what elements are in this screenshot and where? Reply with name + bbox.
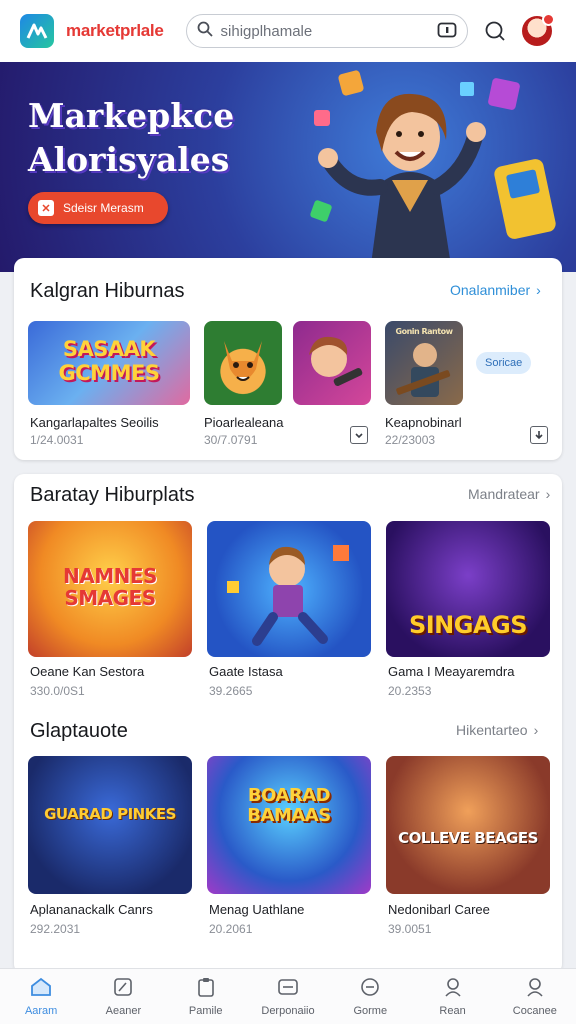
section-card-featured: Kalgran Hiburnas Onalanmiber › SASAAK GCM… <box>14 258 562 460</box>
game-name[interactable]: Aplananackalk Canrs <box>30 902 153 917</box>
nav-item-profile[interactable]: Cocanee <box>494 969 576 1024</box>
game-meta: 330.0/0S1 <box>30 684 85 698</box>
thumbnail-title: GUARAD PINKES <box>44 805 176 823</box>
game-name[interactable]: Kangarlapaltes Seoilis <box>30 415 159 430</box>
top-app-bar: marketprlale sihigplhamale <box>0 0 576 62</box>
brand-name: marketprlale <box>66 21 164 40</box>
camera-icon[interactable] <box>437 20 457 43</box>
game-thumbnail[interactable]: GUARAD PINKES <box>28 756 192 894</box>
thumbnail-title: COLLEVE BEAGES <box>398 829 538 847</box>
thumbnail-title: NAMNES SMAGES <box>63 564 157 610</box>
game-name[interactable]: Oeane Kan Sestora <box>30 664 144 679</box>
game-meta: 30/7.0791 <box>204 433 258 447</box>
game-meta: 292.2031 <box>30 922 81 936</box>
search-input[interactable]: sihigplhamale <box>221 23 437 40</box>
card-icon <box>277 977 299 1002</box>
see-all-link[interactable]: Onalanmiber › <box>450 282 541 298</box>
game-name[interactable]: Gama I Meayaremdra <box>388 664 514 679</box>
thumbnail-title: SASAAK GCMMES <box>58 337 160 385</box>
game-name[interactable]: Keapnobinarl <box>385 415 462 430</box>
game-name[interactable]: Pioarlealeana <box>204 415 284 430</box>
thumbnail-title: SINGAGS <box>408 611 528 639</box>
game-thumbnail[interactable]: COLLEVE BEAGES <box>386 756 550 894</box>
thumbnail-title: BOARAD BAMAAS <box>247 785 331 826</box>
search-bar[interactable]: sihigplhamale <box>185 14 468 48</box>
see-all-label: Onalanmiber <box>450 282 531 298</box>
bottom-navigation: Aaram Aeaner Pamile Derponaiio Gorme Rea… <box>0 968 576 1024</box>
game-thumbnail[interactable]: NAMNES SMAGES <box>28 521 192 657</box>
nav-label: Aeaner <box>105 1004 142 1017</box>
search-icon <box>197 21 213 42</box>
game-thumbnail[interactable]: SINGAGS <box>386 521 550 657</box>
game-meta: 20.2353 <box>388 684 432 698</box>
thumbnail-title: Gonin Rantow <box>395 327 453 336</box>
game-thumbnail[interactable] <box>204 321 282 405</box>
game-thumbnail[interactable]: BOARAD BAMAAS <box>207 756 371 894</box>
edit-icon <box>113 977 133 1002</box>
notification-dot <box>541 13 555 26</box>
banner-title-line-1: Markepkce <box>28 96 235 135</box>
nav-item-home[interactable]: Aaram <box>0 969 82 1024</box>
nav-item-game[interactable]: Gorme <box>329 969 411 1024</box>
profile-icon <box>525 977 545 1002</box>
banner-title-line-2: Alorisyales <box>28 140 230 179</box>
hero-character-illustration <box>310 70 556 272</box>
nav-item-user[interactable]: Rean <box>411 969 493 1024</box>
game-name[interactable]: Nedonibarl Caree <box>388 902 490 917</box>
hero-banner[interactable]: Markepkce Alorisyales ✕ Sdeisr Merasm <box>0 62 576 272</box>
see-all-label: Hikentarteo <box>456 722 528 738</box>
app-logo[interactable] <box>20 14 54 48</box>
game-icon <box>359 977 381 1002</box>
game-meta: 39.2665 <box>209 684 253 698</box>
see-all-link[interactable]: Mandratear › <box>468 486 550 502</box>
see-all-label: Mandratear <box>468 486 540 502</box>
banner-cta-label: Sdeisr Merasm <box>63 201 144 215</box>
home-icon <box>30 977 52 1002</box>
nav-label: Gorme <box>353 1004 388 1017</box>
game-name[interactable]: Menag Uathlane <box>209 902 304 917</box>
chevron-right-icon: › <box>536 282 541 298</box>
chevron-right-icon: › <box>545 486 551 502</box>
section-title: Glaptauote <box>30 720 128 742</box>
nav-item-clipboard[interactable]: Pamile <box>165 969 247 1024</box>
nav-item-card[interactable]: Derponaiio <box>247 969 329 1024</box>
game-thumbnail[interactable] <box>207 521 371 657</box>
nav-label: Cocanee <box>512 1004 557 1017</box>
game-thumbnail[interactable]: SASAAK GCMMES <box>28 321 190 405</box>
avatar[interactable] <box>521 13 555 46</box>
banner-cta-button[interactable]: ✕ Sdeisr Merasm <box>28 192 168 224</box>
app-badge-icon: ✕ <box>38 200 54 216</box>
nav-label: Pamile <box>188 1004 223 1017</box>
banner-title: Markepkce Alorisyales <box>28 94 234 182</box>
game-thumbnail[interactable]: Gonin Rantow <box>385 321 463 405</box>
download-icon[interactable] <box>350 426 368 444</box>
status-badge: Soricae <box>476 352 532 374</box>
nav-label: Rean <box>439 1004 466 1017</box>
game-meta: 1/24.0031 <box>30 433 84 447</box>
nav-item-edit[interactable]: Aeaner <box>82 969 164 1024</box>
game-meta: 22/23003 <box>385 433 436 447</box>
chevron-right-icon: › <box>533 722 539 738</box>
game-name[interactable]: Gaate Istasa <box>209 664 283 679</box>
section-card-popular: Baratay Hiburplats Mandratear › NAMNES SM… <box>14 474 562 974</box>
nav-label: Derponaiio <box>261 1004 315 1017</box>
chat-search-icon[interactable] <box>482 18 508 44</box>
clipboard-icon <box>197 977 215 1002</box>
game-thumbnail[interactable] <box>293 321 371 405</box>
see-all-link[interactable]: Hikentarteo › <box>456 722 538 738</box>
game-meta: 20.2061 <box>209 922 253 936</box>
section-title: Baratay Hiburplats <box>30 484 195 506</box>
nav-label: Aaram <box>24 1004 58 1017</box>
section-title: Kalgran Hiburnas <box>30 280 185 302</box>
download-icon[interactable] <box>530 426 548 444</box>
user-icon <box>443 977 463 1002</box>
game-meta: 39.0051 <box>388 922 432 936</box>
